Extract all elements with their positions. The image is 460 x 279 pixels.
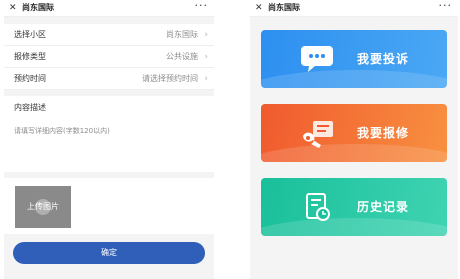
top-bar: ✕ 尚东国际 ···	[250, 0, 458, 17]
row-value: 尚东国际	[166, 30, 198, 39]
upload-label: 上传图片	[27, 202, 59, 211]
row-value: 公共设施	[166, 52, 198, 61]
confirm-button[interactable]: 确定	[13, 242, 205, 264]
chat-bubble-icon	[301, 46, 333, 72]
close-icon[interactable]: ✕	[255, 0, 263, 16]
wrench-icon	[303, 121, 333, 148]
complaint-label: 我要投诉	[357, 52, 410, 66]
history-document-icon	[306, 193, 330, 221]
upload-image-button[interactable]: 上传图片	[15, 186, 71, 228]
chevron-right-icon: ›	[204, 52, 208, 62]
repair-label: 我要报修	[357, 126, 410, 140]
wave-decoration	[261, 218, 447, 236]
chevron-right-icon: ›	[204, 30, 208, 40]
more-menu-icon[interactable]: ···	[439, 0, 453, 14]
complaint-card[interactable]: 我要投诉	[261, 30, 447, 88]
repair-type-row[interactable]: 报修类型 公共设施 ›	[4, 46, 214, 68]
service-menu-screen: ✕ 尚东国际 ··· 我要投诉 我要报修 历史记录	[250, 0, 458, 279]
row-value: 请选择预约时间	[142, 74, 198, 83]
repair-form-screen: ✕ 尚东国际 ··· 选择小区 尚东国际 › 报修类型 公共设施 › 预约时间 …	[4, 0, 214, 279]
more-menu-icon[interactable]: ···	[195, 0, 209, 14]
wave-decoration	[261, 144, 447, 162]
chevron-right-icon: ›	[204, 74, 208, 84]
description-input[interactable]: 请填写详细内容(字数120以内)	[14, 126, 110, 136]
row-label: 选择小区	[14, 30, 46, 39]
description-title: 内容描述	[14, 103, 46, 112]
page-title: 尚东国际	[268, 3, 300, 12]
top-bar: ✕ 尚东国际 ···	[4, 0, 214, 17]
page-title: 尚东国际	[22, 3, 54, 12]
history-label: 历史记录	[357, 200, 410, 214]
close-icon[interactable]: ✕	[9, 0, 17, 16]
repair-card[interactable]: 我要报修	[261, 104, 447, 162]
description-section: 内容描述 请填写详细内容(字数120以内)	[4, 96, 214, 172]
row-label: 预约时间	[14, 74, 46, 83]
select-community-row[interactable]: 选择小区 尚东国际 ›	[4, 24, 214, 46]
row-label: 报修类型	[14, 52, 46, 61]
history-card[interactable]: 历史记录	[261, 178, 447, 236]
appointment-time-row[interactable]: 预约时间 请选择预约时间 ›	[4, 68, 214, 90]
wave-decoration	[261, 70, 447, 88]
